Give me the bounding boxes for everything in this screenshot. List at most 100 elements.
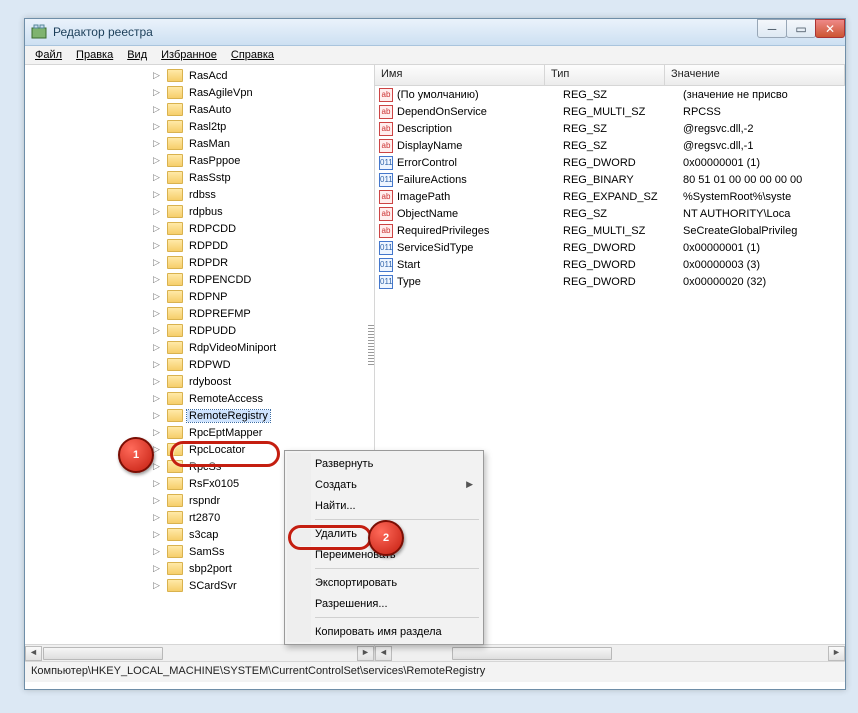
tree-item-rdpbus[interactable]: ▷rdpbus [167,203,374,220]
annotation-callout-2: 2 [368,520,404,556]
value-name: Start [397,259,563,271]
tree-item-rdpdr[interactable]: ▷RDPDR [167,254,374,271]
expand-icon[interactable]: ▷ [153,343,162,352]
tree-item-rdpencdd[interactable]: ▷RDPENCDD [167,271,374,288]
tree-item-label: SCardSvr [187,580,239,592]
expand-icon[interactable]: ▷ [153,139,162,148]
expand-icon[interactable]: ▷ [153,122,162,131]
expand-icon[interactable]: ▷ [153,411,162,420]
tree-item-rasauto[interactable]: ▷RasAuto [167,101,374,118]
tree-item-rdyboost[interactable]: ▷rdyboost [167,373,374,390]
folder-icon [167,409,183,422]
tree-item-rassstp[interactable]: ▷RasSstp [167,169,374,186]
tree-item-rasman[interactable]: ▷RasMan [167,135,374,152]
expand-icon[interactable]: ▷ [153,258,162,267]
ctx-export[interactable]: Экспортировать [287,572,481,593]
expand-icon[interactable]: ▷ [153,173,162,182]
value-row[interactable]: abRequiredPrivilegesREG_MULTI_SZSeCreate… [375,222,845,239]
value-row[interactable]: abDisplayNameREG_SZ@regsvc.dll,-1 [375,137,845,154]
tree-item-rdpnp[interactable]: ▷RDPNP [167,288,374,305]
expand-icon[interactable]: ▷ [153,530,162,539]
expand-icon[interactable]: ▷ [153,156,162,165]
tree-item-rasagilevpn[interactable]: ▷RasAgileVpn [167,84,374,101]
expand-icon[interactable]: ▷ [153,513,162,522]
folder-icon [167,375,183,388]
expand-icon[interactable]: ▷ [153,445,162,454]
scroll-right-icon[interactable]: ► [357,646,374,661]
menu-help[interactable]: Справка [225,47,280,63]
ctx-expand[interactable]: Развернуть [287,453,481,474]
tree-item-rdpwd[interactable]: ▷RDPWD [167,356,374,373]
value-row[interactable]: 011StartREG_DWORD0x00000003 (3) [375,256,845,273]
expand-icon[interactable]: ▷ [153,496,162,505]
minimize-button[interactable]: ─ [757,19,787,38]
expand-icon[interactable]: ▷ [153,309,162,318]
close-button[interactable]: ✕ [815,19,845,38]
tree-item-remoteregistry[interactable]: ▷RemoteRegistry [167,407,374,424]
list-hscroll[interactable]: ◄ ► [375,644,845,661]
expand-icon[interactable]: ▷ [153,241,162,250]
tree-item-remoteaccess[interactable]: ▷RemoteAccess [167,390,374,407]
expand-icon[interactable]: ▷ [153,479,162,488]
expand-icon[interactable]: ▷ [153,275,162,284]
tree-item-rdbss[interactable]: ▷rdbss [167,186,374,203]
menu-favorites[interactable]: Избранное [155,47,223,63]
menu-edit[interactable]: Правка [70,47,119,63]
expand-icon[interactable]: ▷ [153,71,162,80]
value-row[interactable]: 011FailureActionsREG_BINARY80 51 01 00 0… [375,171,845,188]
ctx-copy-key[interactable]: Копировать имя раздела [287,621,481,642]
scroll-left-icon[interactable]: ◄ [25,646,42,661]
expand-icon[interactable]: ▷ [153,462,162,471]
expand-icon[interactable]: ▷ [153,581,162,590]
maximize-button[interactable]: ▭ [786,19,816,38]
tree-item-rdpcdd[interactable]: ▷RDPCDD [167,220,374,237]
tree-item-raspppoe[interactable]: ▷RasPppoe [167,152,374,169]
expand-icon[interactable]: ▷ [153,326,162,335]
expand-icon[interactable]: ▷ [153,105,162,114]
col-type[interactable]: Тип [545,65,665,85]
tree-item-rdprefmp[interactable]: ▷RDPREFMP [167,305,374,322]
tree-item-rdpdd[interactable]: ▷RDPDD [167,237,374,254]
value-row[interactable]: abDescriptionREG_SZ@regsvc.dll,-2 [375,120,845,137]
menubar: Файл Правка Вид Избранное Справка [25,46,845,65]
tree-item-rasacd[interactable]: ▷RasAcd [167,67,374,84]
expand-icon[interactable]: ▷ [153,360,162,369]
value-row[interactable]: 011ServiceSidTypeREG_DWORD0x00000001 (1) [375,239,845,256]
menu-view[interactable]: Вид [121,47,153,63]
splitter[interactable] [368,325,374,365]
ctx-find[interactable]: Найти... [287,495,481,516]
value-row[interactable]: 011TypeREG_DWORD0x00000020 (32) [375,273,845,290]
ctx-new[interactable]: Создать▶ [287,474,481,495]
menu-file[interactable]: Файл [29,47,68,63]
tree-item-rdpudd[interactable]: ▷RDPUDD [167,322,374,339]
value-row[interactable]: abDependOnServiceREG_MULTI_SZRPCSS [375,103,845,120]
tree-item-label: sbp2port [187,563,234,575]
ctx-permissions[interactable]: Разрешения... [287,593,481,614]
expand-icon[interactable]: ▷ [153,428,162,437]
value-row[interactable]: abImagePathREG_EXPAND_SZ%SystemRoot%\sys… [375,188,845,205]
expand-icon[interactable]: ▷ [153,224,162,233]
expand-icon[interactable]: ▷ [153,377,162,386]
tree-item-rasl2tp[interactable]: ▷Rasl2tp [167,118,374,135]
scroll-left-icon[interactable]: ◄ [375,646,392,661]
expand-icon[interactable]: ▷ [153,547,162,556]
expand-icon[interactable]: ▷ [153,564,162,573]
expand-icon[interactable]: ▷ [153,394,162,403]
expand-icon[interactable]: ▷ [153,292,162,301]
value-row[interactable]: 011ErrorControlREG_DWORD0x00000001 (1) [375,154,845,171]
col-name[interactable]: Имя [375,65,545,85]
folder-icon [167,188,183,201]
values-list[interactable]: ab(По умолчанию)REG_SZ(значение не присв… [375,86,845,290]
expand-icon[interactable]: ▷ [153,190,162,199]
tree-item-rpceptmapper[interactable]: ▷RpcEptMapper [167,424,374,441]
scroll-right-icon[interactable]: ► [828,646,845,661]
col-value[interactable]: Значение [665,65,845,85]
tree-item-rdpvideominiport[interactable]: ▷RdpVideoMiniport [167,339,374,356]
expand-icon[interactable]: ▷ [153,207,162,216]
expand-icon[interactable]: ▷ [153,88,162,97]
value-name: ObjectName [397,208,563,220]
tree-item-label: RDPUDD [187,325,238,337]
tree-hscroll[interactable]: ◄ ► [25,644,374,661]
value-row[interactable]: ab(По умолчанию)REG_SZ(значение не присв… [375,86,845,103]
value-row[interactable]: abObjectNameREG_SZNT AUTHORITY\Loca [375,205,845,222]
